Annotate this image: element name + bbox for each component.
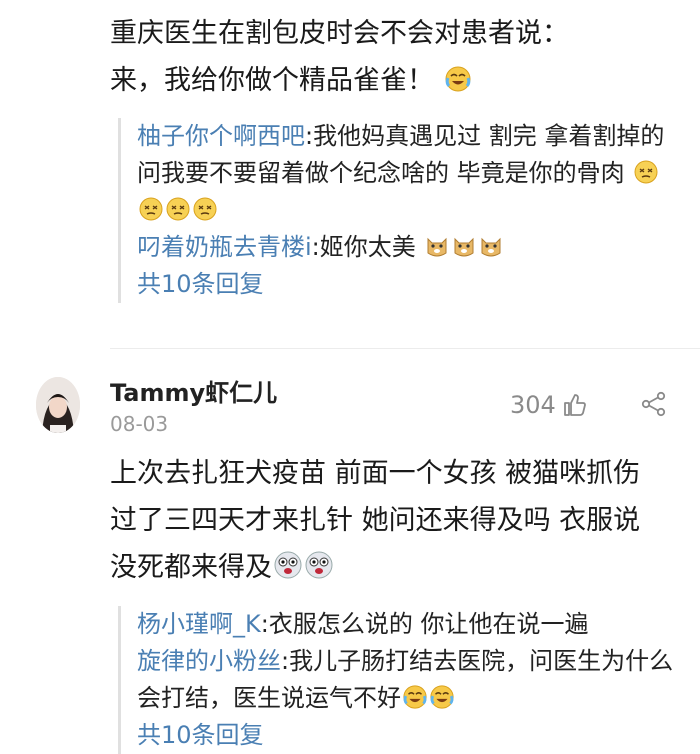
thumbs-up-icon	[563, 394, 586, 416]
comment-date: 08-03	[110, 412, 169, 436]
reply-item[interactable]: 旋律的小粉丝:我儿子肠打结去医院，问医生为什么会打结，医生说运气不好	[137, 643, 684, 717]
dizzy-face-emoji	[166, 197, 190, 221]
comment-divider	[110, 348, 700, 349]
reply-username[interactable]: 柚子你个啊西吧	[137, 122, 305, 150]
laugh-cry-emoji	[430, 685, 454, 709]
reply-username[interactable]: 杨小瑾啊_K	[137, 610, 261, 638]
comment-text-body: 上次去扎狂犬疫苗 前面一个女孩 被猫咪抓伤 过了三四天才来扎针 她问还来得及吗 …	[110, 458, 641, 583]
doge-emoji	[481, 237, 501, 257]
reply-item[interactable]: 杨小瑾啊_K:衣服怎么说的 你让他在说一遍	[137, 606, 684, 643]
comment-text-line: 重庆医生在割包皮时会不会对患者说：	[110, 18, 569, 49]
dizzy-face-emoji	[193, 197, 217, 221]
like-button[interactable]: 304	[510, 391, 588, 419]
comment-text: 重庆医生在割包皮时会不会对患者说： 来，我给你做个精品雀雀！	[110, 10, 676, 104]
laugh-cry-emoji	[403, 685, 427, 709]
dizzy-face-emoji	[139, 197, 163, 221]
more-replies-link[interactable]: 共10条回复	[137, 717, 684, 754]
emoji-group	[416, 233, 505, 261]
avatar[interactable]	[36, 377, 80, 433]
doge-emoji	[427, 237, 447, 257]
replies-section: 柚子你个啊西吧:我他妈真遇见过 割完 拿着割掉的问我要不要留着做个纪念啥的 毕竟…	[118, 118, 684, 303]
reply-item[interactable]: 柚子你个啊西吧:我他妈真遇见过 割完 拿着割掉的问我要不要留着做个纪念啥的 毕竟…	[137, 118, 684, 229]
comment-text-line: 来，我给你做个精品雀雀！	[110, 65, 434, 96]
reply-text: :衣服怎么说的 你让他在说一遍	[260, 610, 589, 638]
reply-item[interactable]: 叼着奶瓶去青楼i:姬你太美	[137, 229, 684, 266]
shocked-face-emoji	[274, 551, 302, 579]
comment-text: 上次去扎狂犬疫苗 前面一个女孩 被猫咪抓伤 过了三四天才来扎针 她问还来得及吗 …	[110, 450, 670, 591]
comment-username[interactable]: Tammy虾仁儿	[110, 373, 277, 408]
reply-username[interactable]: 旋律的小粉丝	[137, 647, 281, 675]
replies-section: 杨小瑾啊_K:衣服怎么说的 你让他在说一遍 旋律的小粉丝:我儿子肠打结去医院，问…	[118, 606, 684, 754]
share-button[interactable]	[640, 390, 668, 422]
laugh-cry-emoji	[445, 66, 471, 92]
reply-text: :姬你太美	[311, 233, 416, 261]
shocked-face-emoji	[305, 551, 333, 579]
like-count: 304	[510, 391, 556, 419]
share-icon	[641, 391, 666, 417]
dizzy-face-emoji	[634, 160, 658, 184]
more-replies-link[interactable]: 共10条回复	[137, 266, 684, 303]
doge-emoji	[454, 237, 474, 257]
reply-username[interactable]: 叼着奶瓶去青楼i	[137, 233, 312, 261]
